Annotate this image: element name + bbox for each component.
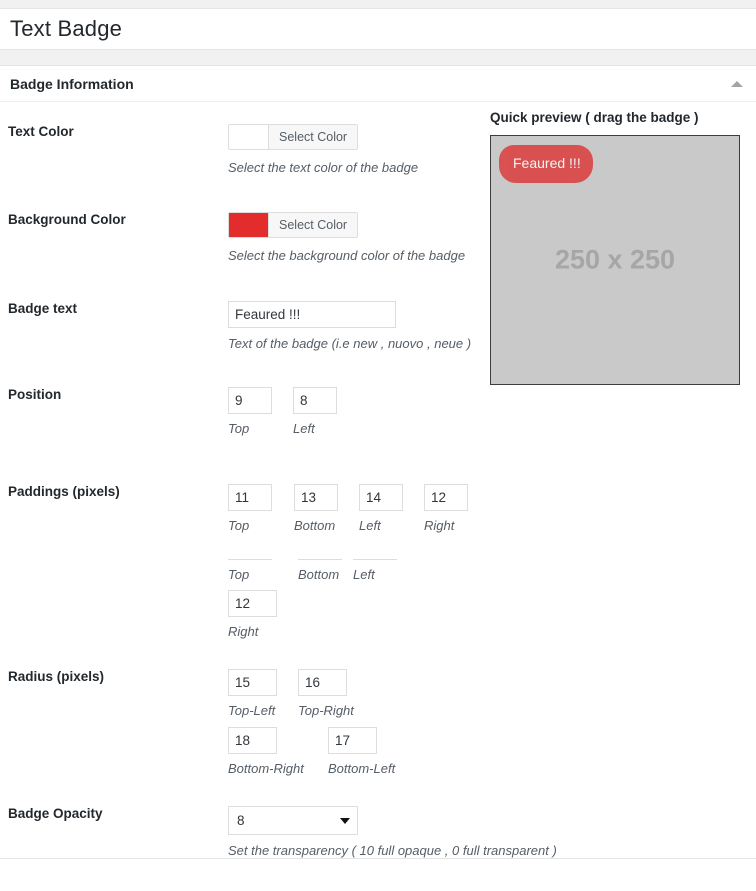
padding-right-label: Right: [424, 518, 455, 533]
padding-right-input[interactable]: [424, 484, 468, 511]
field-control-radius: Top-Left Top-Right Bottom-Right Bottom-L: [228, 669, 756, 776]
padding-left-secondary-label: Left: [353, 567, 375, 582]
field-badge-opacity: Badge Opacity 8 Set the transparency ( 1…: [0, 806, 756, 858]
quick-preview-panel: Quick preview ( drag the badge ) 250 x 2…: [490, 110, 742, 385]
radius-top-left-input[interactable]: [228, 669, 277, 696]
field-label-text-color: Text Color: [8, 124, 74, 139]
padding-bottom-label: Bottom: [294, 518, 336, 533]
radius-cell-bottom-left: Bottom-Left: [328, 727, 428, 776]
hint-badge-opacity: Set the transparency ( 10 full opaque , …: [228, 843, 557, 858]
field-control-position: Top Left: [228, 387, 756, 436]
field-label-badge-text: Badge text: [8, 301, 78, 316]
chevron-up-icon[interactable]: [730, 77, 744, 91]
padding-top-secondary-label: Top: [228, 567, 250, 582]
padding-cell-bottom-secondary: Bottom: [298, 557, 353, 582]
position-left-input[interactable]: [293, 387, 337, 414]
padding-right-cell: Right: [424, 484, 489, 533]
field-label-badge-opacity: Badge Opacity: [8, 806, 103, 821]
position-cell-top: Top: [228, 387, 293, 436]
field-radius: Radius (pixels) Top-Left Top-Right: [0, 669, 756, 776]
background-color-swatch[interactable]: [229, 213, 269, 237]
padding-cell-left-secondary: Left: [353, 557, 408, 582]
padding-left-secondary-input[interactable]: [353, 557, 397, 560]
padding-top-input[interactable]: [228, 484, 272, 511]
panel-title: Badge Information: [10, 75, 134, 92]
padding-left-input[interactable]: [359, 484, 403, 511]
preview-canvas[interactable]: 250 x 250 Feaured !!!: [490, 135, 740, 385]
radius-bottom-left-label: Bottom-Left: [328, 761, 396, 776]
radius-input-group-row2: Bottom-Right Bottom-Left: [228, 727, 756, 776]
radius-bottom-right-label: Bottom-Right: [228, 761, 304, 776]
padding-cell-top-secondary: Top: [228, 557, 298, 582]
paddings-input-group-row3: Right: [228, 590, 756, 639]
page-title-bar: Text Badge: [0, 9, 756, 49]
badge-opacity-value: 8: [237, 813, 245, 828]
field-label-background-color: Background Color: [8, 212, 126, 227]
panel-header[interactable]: Badge Information: [0, 66, 756, 102]
field-control-badge-opacity: 8 Set the transparency ( 10 full opaque …: [228, 806, 756, 858]
position-top-input[interactable]: [228, 387, 272, 414]
top-chrome-strip: [0, 0, 756, 9]
text-color-picker[interactable]: Select Color: [228, 124, 359, 150]
radius-cell-bottom-right: Bottom-Right: [228, 727, 328, 776]
padding-right-secondary-input[interactable]: [228, 590, 277, 617]
position-input-group: Top Left: [228, 387, 756, 436]
chevron-down-icon: [340, 817, 350, 824]
radius-input-group-row1: Top-Left Top-Right: [228, 669, 756, 718]
padding-bottom-cell: Bottom: [294, 484, 359, 533]
paddings-input-group-row1: Top Bottom Left Right: [228, 484, 756, 533]
padding-cell-right-secondary: Right: [228, 590, 298, 639]
page-title: Text Badge: [10, 16, 123, 41]
padding-left-cell: Left: [359, 484, 424, 533]
quick-preview-heading: Quick preview ( drag the badge ): [490, 110, 699, 125]
radius-top-right-input[interactable]: [298, 669, 347, 696]
background-color-select-button[interactable]: Select Color: [269, 213, 358, 237]
text-color-select-button[interactable]: Select Color: [269, 125, 358, 149]
padding-bottom-input[interactable]: [294, 484, 338, 511]
padding-right-secondary-label: Right: [228, 624, 259, 639]
padding-bottom-secondary-label: Bottom: [298, 567, 340, 582]
position-top-label: Top: [228, 421, 250, 436]
position-left-label: Left: [293, 421, 315, 436]
padding-bottom-secondary-input[interactable]: [298, 557, 342, 560]
preview-badge[interactable]: Feaured !!!: [499, 145, 593, 183]
radius-top-right-label: Top-Right: [298, 703, 354, 718]
field-label-radius: Radius (pixels): [8, 669, 105, 684]
badge-opacity-select[interactable]: 8: [228, 806, 358, 835]
radius-cell-top-right: Top-Right: [298, 669, 368, 718]
position-cell-left: Left: [293, 387, 358, 436]
padding-top-secondary-input[interactable]: [228, 557, 272, 560]
badge-text-input[interactable]: [228, 301, 396, 328]
field-label-position: Position: [8, 387, 62, 402]
preview-placeholder-text: 250 x 250: [554, 244, 676, 275]
radius-top-left-label: Top-Left: [228, 703, 276, 718]
radius-cell-top-left: Top-Left: [228, 669, 298, 718]
padding-top-label: Top: [228, 518, 250, 533]
padding-left-label: Left: [359, 518, 381, 533]
field-label-paddings: Paddings (pixels): [8, 484, 120, 499]
field-position: Position Top Left: [0, 387, 756, 436]
field-control-paddings: Top Bottom Left Right: [228, 484, 756, 639]
title-separator: [0, 49, 756, 66]
padding-cell-top: Top: [228, 484, 294, 533]
radius-bottom-left-input[interactable]: [328, 727, 377, 754]
text-color-swatch[interactable]: [229, 125, 269, 149]
background-color-picker[interactable]: Select Color: [228, 212, 359, 238]
field-paddings: Paddings (pixels) Top Bottom Left: [0, 484, 756, 639]
paddings-input-group-row2: Top Bottom Left: [228, 557, 756, 582]
radius-bottom-right-input[interactable]: [228, 727, 277, 754]
